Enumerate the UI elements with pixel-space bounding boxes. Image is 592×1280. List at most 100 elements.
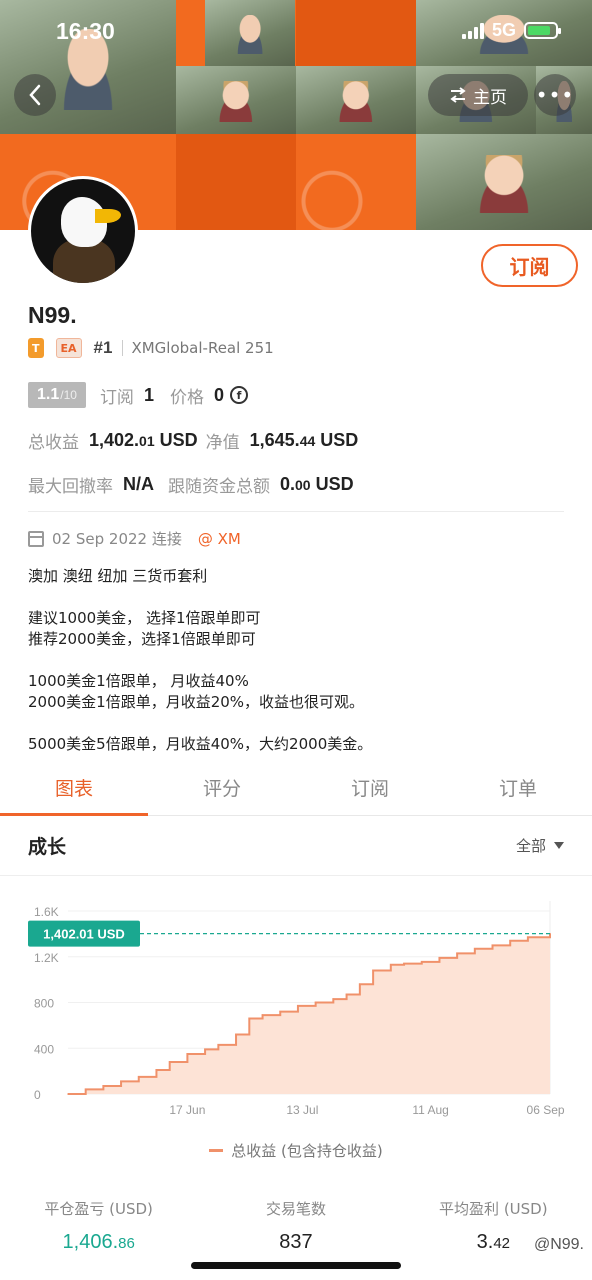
stat-value: 1,406.86 <box>0 1231 197 1254</box>
drawdown-row: 最大回撤率 N/A 跟随资金总额 0.00 USD <box>28 472 354 497</box>
data-point <box>345 993 348 996</box>
y-tick-label: 0 <box>34 1088 41 1102</box>
tab-subscriptions[interactable]: 订阅 <box>296 762 444 815</box>
data-point <box>332 998 335 1000</box>
legend-label: 总收益 (包含持仓收益) <box>231 1142 383 1160</box>
watermark: @N99. <box>533 1236 584 1253</box>
description-line <box>28 650 568 671</box>
data-point <box>248 1017 251 1020</box>
more-dots-icon: ••• <box>535 83 575 107</box>
x-tick-label: 11 Aug <box>412 1103 448 1117</box>
profit-row: 总收益 1,402.01 USD 净值 1,645.44 USD <box>28 428 358 453</box>
x-tick-label: 17 Jun <box>169 1103 205 1117</box>
equity-value: 1,645.44 USD <box>250 430 359 451</box>
data-point <box>420 961 423 963</box>
description-line: 推荐2000美金，选择1倍跟单即可 <box>28 630 256 648</box>
data-point <box>390 963 392 966</box>
description-line: 5000美金5倍跟单，月收益40%，大约2000美金。 <box>28 735 373 753</box>
stat-value-main: 1,406. <box>62 1231 119 1253</box>
data-point <box>474 947 476 950</box>
network-type: 5G <box>491 20 516 40</box>
x-tick-label: 06 Sep <box>527 1103 565 1117</box>
equity-unit: USD <box>315 430 359 450</box>
tab-rating[interactable]: 评分 <box>148 762 296 815</box>
stat-value-cents: 86 <box>118 1235 135 1252</box>
follow-funds-value: 0.00 USD <box>280 474 354 495</box>
stat-value-main: 3. <box>476 1231 494 1253</box>
data-point <box>102 1085 105 1087</box>
growth-chart[interactable]: 0 400 800 1.2K 1.6K 17 Jun 13 Jul 11 Aug 06 Sep 1… <box>0 875 592 1125</box>
account-label: XMGlobal-Real 251 <box>131 339 274 357</box>
stat-label: 平仓盈亏 (USD) <box>44 1200 153 1218</box>
back-button[interactable] <box>14 74 56 116</box>
price-value: 0 <box>213 384 224 405</box>
banner-photo <box>296 66 416 134</box>
growth-chart-svg: 0 400 800 1.2K 1.6K 17 Jun 13 Jul 11 Aug 06 Sep 1… <box>28 901 565 1117</box>
data-point <box>186 1053 189 1055</box>
connected-date: 02 Sep 2022 连接 <box>52 530 182 548</box>
chevron-left-icon <box>29 84 41 106</box>
data-point <box>297 1005 299 1007</box>
period-filter[interactable]: 全部 <box>516 835 564 856</box>
chart-legend: 总收益 (包含持仓收益) <box>0 1140 592 1161</box>
follow-funds-unit: USD <box>310 474 354 494</box>
tag-ea-badge: EA <box>55 338 82 358</box>
subscribe-button[interactable]: 订阅 <box>481 244 578 287</box>
signal-icon <box>461 22 484 39</box>
banner-photo <box>176 66 296 134</box>
data-point <box>235 1033 237 1036</box>
avatar[interactable] <box>28 176 138 286</box>
y-tick-label: 400 <box>34 1042 54 1056</box>
data-point <box>314 1001 317 1004</box>
status-indicators: 5G <box>461 20 561 41</box>
score-row: 1.1/10 订阅 1 价格 0 f <box>28 382 248 408</box>
y-tick-label: 800 <box>34 997 54 1011</box>
stat-value: 837 <box>197 1231 394 1254</box>
home-button[interactable]: 主页 <box>428 74 528 116</box>
caret-down-icon <box>554 842 564 849</box>
description-line: 2000美金1倍跟单，月收益20%，收益也很可观。 <box>28 693 365 711</box>
data-point <box>204 1048 206 1051</box>
data-point <box>509 939 512 942</box>
banner-photo <box>416 134 592 230</box>
series-area <box>68 933 550 1094</box>
rank-label: #1 <box>93 338 113 357</box>
score-value: 1.1 <box>37 386 60 403</box>
data-point <box>403 962 405 965</box>
description-line: 建议1000美金， 选择1倍跟单即可 <box>28 609 261 627</box>
data-point <box>438 957 441 959</box>
follow-funds-main: 0. <box>280 474 296 494</box>
tab-chart[interactable]: 图表 <box>0 762 148 816</box>
score-max: /10 <box>60 388 77 402</box>
stat-label: 交易笔数 <box>265 1200 326 1218</box>
growth-title: 成长 <box>28 836 67 858</box>
calendar-icon <box>28 530 44 547</box>
equity-label: 净值 <box>205 433 240 453</box>
data-point <box>491 944 494 947</box>
provider-name: N99. <box>28 302 77 328</box>
follow-funds-label: 跟随资金总额 <box>168 477 270 497</box>
y-tick-label: 1.2K <box>34 951 59 965</box>
data-point <box>155 1069 158 1071</box>
divider <box>28 511 564 512</box>
equity-cents: 44 <box>299 433 316 449</box>
data-point <box>359 983 361 985</box>
home-indicator[interactable] <box>191 1262 401 1269</box>
data-point <box>279 1010 282 1013</box>
banner-tile <box>296 134 416 230</box>
tab-orders[interactable]: 订单 <box>444 762 592 815</box>
subscriptions-label: 订阅 <box>99 387 134 408</box>
legend-swatch <box>209 1149 224 1152</box>
broker-link[interactable]: @ XM <box>198 530 241 548</box>
status-bar: 16:30 5G <box>0 0 592 66</box>
stat-value-cents: 42 <box>493 1235 510 1252</box>
period-filter-label: 全部 <box>515 837 546 855</box>
connection-meta: 02 Sep 2022 连接 @ XM <box>28 528 241 549</box>
stat-label: 平均盈利 (USD) <box>439 1200 548 1218</box>
data-point <box>217 1044 220 1046</box>
data-point <box>372 969 374 972</box>
more-button[interactable]: ••• <box>534 74 576 116</box>
total-profit-value: 1,402.01 USD <box>89 430 198 451</box>
stat-closed-pl: 平仓盈亏 (USD) 1,406.86 <box>0 1198 197 1254</box>
data-point <box>137 1076 140 1078</box>
